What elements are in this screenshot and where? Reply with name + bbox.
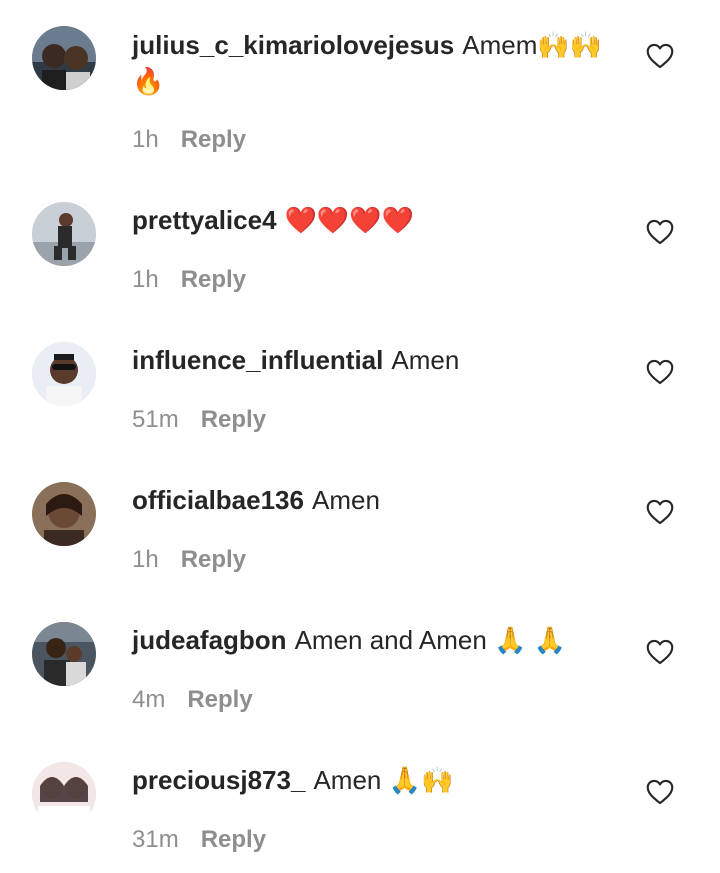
comment-text: Amen and Amen 🙏 🙏 xyxy=(294,625,566,655)
avatar[interactable] xyxy=(32,26,96,90)
like-button[interactable] xyxy=(646,499,674,525)
avatar[interactable] xyxy=(32,762,96,826)
comment-username[interactable]: judeafagbon xyxy=(132,625,287,655)
comment-text: Amen 🙏🙌 xyxy=(313,765,454,795)
like-button[interactable] xyxy=(646,43,674,69)
comment-meta: 1h Reply xyxy=(132,545,246,575)
heart-outline-icon xyxy=(646,779,674,805)
comment-username[interactable]: influence_influential xyxy=(132,345,383,375)
comment-time: 51m xyxy=(132,406,179,433)
comment-username[interactable]: preciousj873_ xyxy=(132,765,305,795)
avatar-image xyxy=(32,342,96,406)
heart-outline-icon xyxy=(646,639,674,665)
comment-body: preciousj873_ Amen 🙏🙌 xyxy=(132,762,622,798)
comment-body: judeafagbon Amen and Amen 🙏 🙏 xyxy=(132,622,622,658)
avatar-image xyxy=(32,622,96,686)
reply-button[interactable]: Reply xyxy=(187,686,252,713)
comment-time: 1h xyxy=(132,546,159,573)
avatar-image xyxy=(32,762,96,826)
heart-outline-icon xyxy=(646,219,674,245)
avatar-image xyxy=(32,26,96,90)
avatar-image xyxy=(32,482,96,546)
reply-button[interactable]: Reply xyxy=(181,266,246,293)
comment-body: prettyalice4 ❤️❤️❤️❤️ xyxy=(132,202,622,238)
avatar[interactable] xyxy=(32,482,96,546)
comment-meta: 4m Reply xyxy=(132,685,253,715)
like-button[interactable] xyxy=(646,639,674,665)
comment-time: 1h xyxy=(132,126,159,153)
comment-username[interactable]: prettyalice4 xyxy=(132,205,277,235)
comment-time: 1h xyxy=(132,266,159,293)
reply-button[interactable]: Reply xyxy=(181,546,246,573)
comment-meta: 1h Reply xyxy=(132,265,246,295)
comment-time: 4m xyxy=(132,686,166,713)
like-button[interactable] xyxy=(646,219,674,245)
comment-username[interactable]: officialbae136 xyxy=(132,485,304,515)
comment-body: officialbae136 Amen xyxy=(132,482,622,518)
comment-time: 31m xyxy=(132,826,179,853)
like-button[interactable] xyxy=(646,779,674,805)
comment-username[interactable]: julius_c_kimariolovejesus xyxy=(132,30,454,60)
reply-button[interactable]: Reply xyxy=(201,826,266,853)
heart-outline-icon xyxy=(646,359,674,385)
avatar-image xyxy=(32,202,96,266)
heart-outline-icon xyxy=(646,43,674,69)
like-button[interactable] xyxy=(646,359,674,385)
avatar[interactable] xyxy=(32,622,96,686)
reply-button[interactable]: Reply xyxy=(201,406,266,433)
comment-body: julius_c_kimariolovejesus Amem🙌🙌 🔥 xyxy=(132,27,622,99)
comment-text: ❤️❤️❤️❤️ xyxy=(284,205,415,235)
comment-text: Amen xyxy=(391,345,460,375)
comment-meta: 51m Reply xyxy=(132,405,266,435)
heart-outline-icon xyxy=(646,499,674,525)
comment-text: Amen xyxy=(311,485,380,515)
reply-button[interactable]: Reply xyxy=(181,126,246,153)
avatar[interactable] xyxy=(32,342,96,406)
avatar[interactable] xyxy=(32,202,96,266)
comment-meta: 31m Reply xyxy=(132,825,266,855)
comment-meta: 1h Reply xyxy=(132,125,246,155)
comment-body: influence_influential Amen xyxy=(132,342,622,378)
